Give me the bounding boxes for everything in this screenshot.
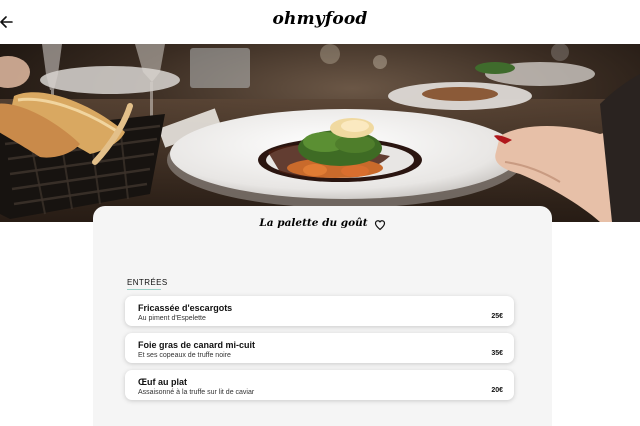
menu-item-price: 25€ <box>491 313 503 320</box>
menu-item-price: 35€ <box>491 350 503 357</box>
header: ohmyfood <box>0 0 640 44</box>
menu-item-price: 20€ <box>491 387 503 394</box>
restaurant-hero-image <box>0 44 640 222</box>
menu-item-name: Fricassée d'escargots <box>138 303 233 313</box>
section-underline <box>127 289 161 290</box>
restaurant-menu-card: La palette du goût ENTRÉES Fricassée d'e… <box>93 206 552 426</box>
menu-item-name: Œuf au plat <box>138 377 187 387</box>
menu-item[interactable]: Fricassée d'escargots Au piment d'Espele… <box>125 296 514 326</box>
restaurant-title: La palette du goût <box>93 217 552 229</box>
heart-outline-icon <box>374 220 386 231</box>
menu-item-description: Et ses copeaux de truffe noire <box>138 352 231 359</box>
menu-item-description: Au piment d'Espelette <box>138 315 206 322</box>
favorite-button[interactable] <box>374 218 386 231</box>
section-heading: ENTRÉES <box>127 278 168 287</box>
menu-item[interactable]: Œuf au plat Assaisonné à la truffe sur l… <box>125 370 514 400</box>
menu-item[interactable]: Foie gras de canard mi-cuit Et ses copea… <box>125 333 514 363</box>
restaurant-name: La palette du goût <box>259 217 368 229</box>
app-logo[interactable]: ohmyfood <box>0 9 640 29</box>
menu-item-name: Foie gras de canard mi-cuit <box>138 340 256 350</box>
menu-item-description: Assaisonné à la truffe sur lit de caviar <box>138 389 255 396</box>
